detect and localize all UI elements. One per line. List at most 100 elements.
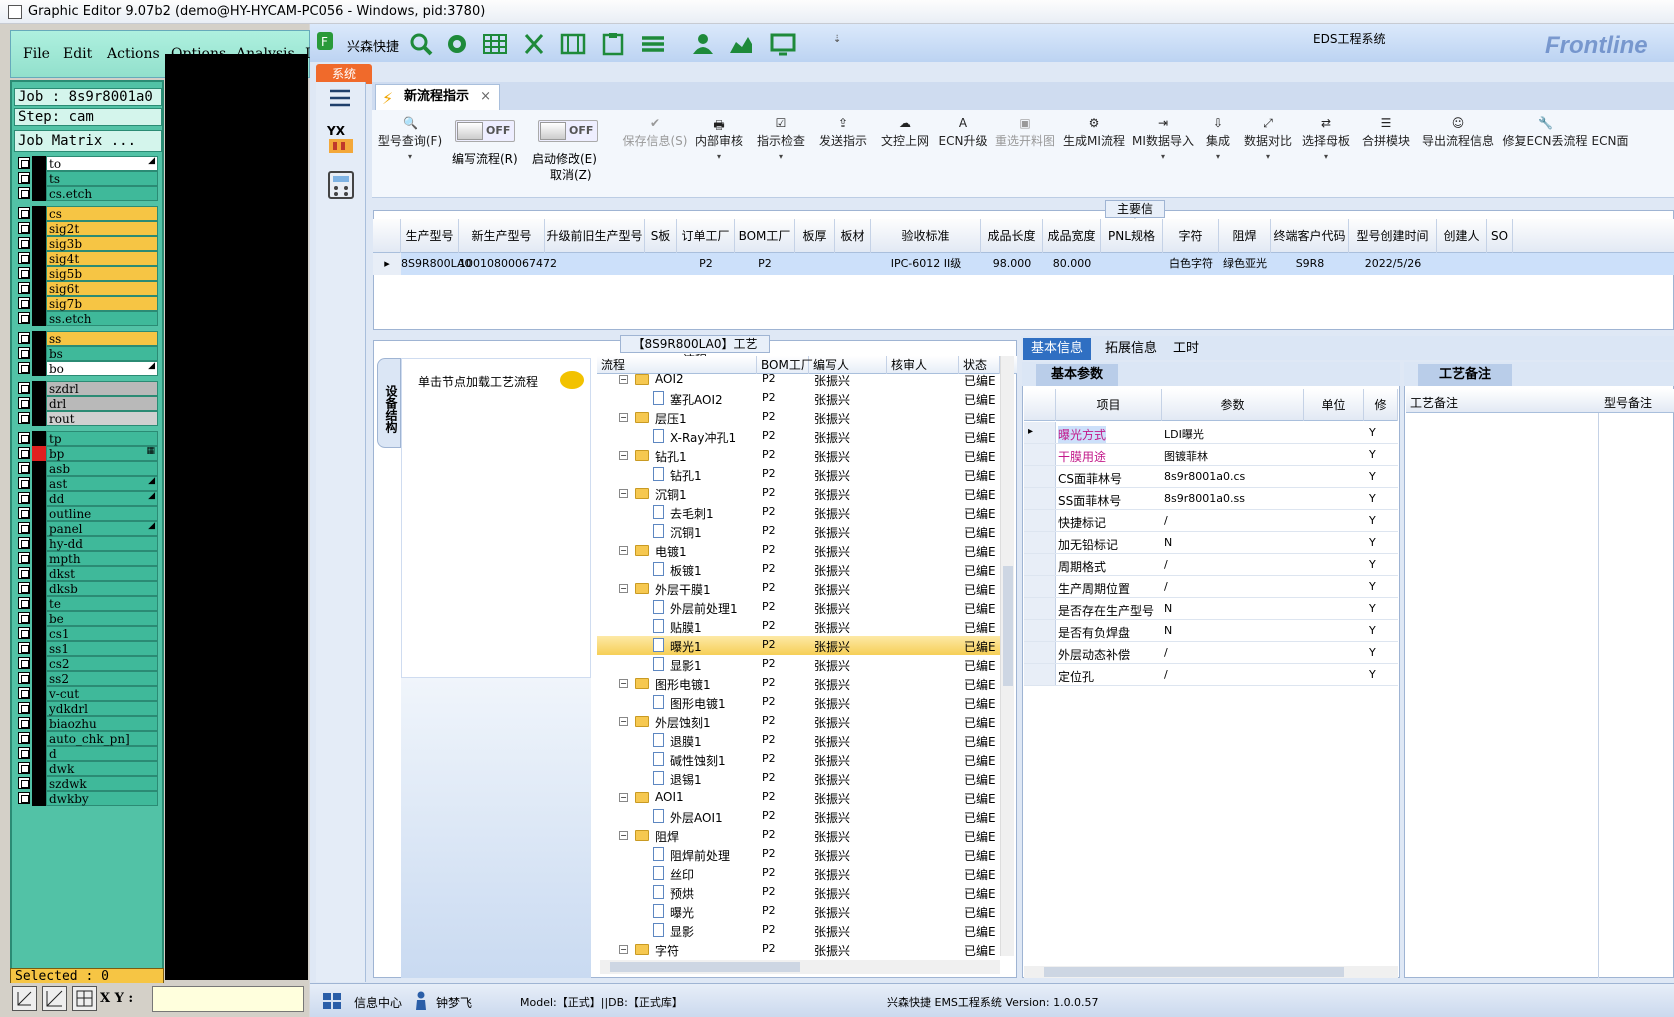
param-value[interactable]: / [1164,646,1168,659]
main-col-header[interactable]: 生产型号 [401,219,459,253]
grid-tool-icon[interactable] [72,986,97,1011]
search-icon[interactable] [408,32,434,56]
layer-checkbox[interactable] [18,332,30,344]
tab-extended-info[interactable]: 拓展信息 [1097,338,1165,360]
layer-checkbox[interactable] [18,537,30,549]
ribbon-check-instructions[interactable]: ☑ 指示检查 ▾ [752,112,810,182]
layer-name[interactable]: sig2t [46,221,158,236]
layer-row[interactable]: tp [16,431,158,446]
ribbon-merge-modules[interactable]: ☰ 合拼模块 [1358,112,1414,182]
expand-toggle-icon[interactable]: − [619,375,628,384]
layer-name[interactable]: asb [46,461,158,476]
layer-checkbox[interactable] [18,642,30,654]
ribbon-ecn-upgrade[interactable]: A ECN升级 [936,112,990,182]
ribbon-reselect-cut-map[interactable]: ▣ 重选开料图 [992,112,1058,182]
layer-row[interactable]: cs.etch [16,186,158,201]
process-tree-row[interactable]: 贴膜1 P2 张振兴 已编E [597,617,1000,636]
process-tree-row[interactable]: 碱性蚀刻1 P2 张振兴 已编E [597,750,1000,769]
param-value[interactable]: LDI曝光 [1164,426,1204,442]
layer-checkbox[interactable] [18,237,30,249]
col-model-notes[interactable]: 型号备注 [1604,394,1652,411]
layer-name[interactable]: ydkdrl [46,701,158,716]
param-row[interactable]: 周期格式 / Y [1024,554,1398,576]
layer-checkbox[interactable] [18,657,30,669]
layer-checkbox[interactable] [18,172,30,184]
ribbon-select-mother-board[interactable]: ⇄ 选择母板 ▾ [1298,112,1354,182]
layer-checkbox[interactable] [18,267,30,279]
layer-checkbox[interactable] [18,702,30,714]
layer-name[interactable]: mpth [46,551,158,566]
process-tree-row[interactable]: − 层压1 P2 张振兴 已编E [597,408,1000,427]
process-tree-row[interactable]: 显影 P2 张振兴 已编E [597,921,1000,940]
tab-basic-params[interactable]: 基本参数 [1036,364,1118,386]
layer-row[interactable]: dksb [16,581,158,596]
ribbon-save-info[interactable]: ✔ 保存信息(S) [622,112,688,182]
layer-checkbox[interactable] [18,397,30,409]
param-value[interactable]: / [1164,558,1168,571]
col-modify[interactable]: 修 [1364,389,1398,421]
layer-name[interactable]: te [46,596,158,611]
layer-row[interactable]: mpth [16,551,158,566]
layer-name[interactable]: dwkby [46,791,158,806]
tab-basic-info[interactable]: 基本信息 [1023,338,1092,360]
main-cell[interactable]: IPC-6012 II级 [871,253,981,275]
main-cell[interactable] [1487,253,1513,275]
process-tree-row[interactable]: 预烘 P2 张振兴 已编E [597,883,1000,902]
layer-row[interactable]: dwkby [16,791,158,806]
layer-name[interactable]: d [46,746,158,761]
main-col-header[interactable]: 订单工厂 [677,219,735,253]
param-row[interactable]: 生产周期位置 / Y [1024,576,1398,598]
layer-row[interactable]: te [16,596,158,611]
menu-actions[interactable]: Actions [107,46,160,62]
layer-checkbox[interactable] [18,462,30,474]
tab-process-notes[interactable]: 工艺备注 [1418,364,1512,386]
layer-row[interactable]: bp ▦ [16,446,158,461]
layer-checkbox[interactable] [18,432,30,444]
main-col-header[interactable]: 成品宽度 [1043,219,1101,253]
layer-name[interactable]: panel [46,521,158,536]
layer-row[interactable]: szdrl [16,381,158,396]
layer-name[interactable]: auto_chk_pn] [46,731,158,746]
main-cell[interactable] [545,253,645,275]
param-row[interactable]: 是否存在生产型号 N Y [1024,598,1398,620]
layer-checkbox[interactable] [18,732,30,744]
layer-checkbox[interactable] [18,522,30,534]
param-row[interactable]: 是否有负焊盘 N Y [1024,620,1398,642]
param-row[interactable]: 快捷标记 / Y [1024,510,1398,532]
layer-name[interactable]: sig6t [46,281,158,296]
layer-name[interactable]: dd [46,491,158,506]
process-tree-row[interactable]: − 外层干膜1 P2 张振兴 已编E [597,579,1000,598]
layer-row[interactable]: szdwk [16,776,158,791]
layer-checkbox[interactable] [18,252,30,264]
layer-checkbox[interactable] [18,777,30,789]
main-cell[interactable]: 绿色亚光 [1219,253,1271,275]
menu-edit[interactable]: Edit [63,46,92,62]
process-tree-row[interactable]: 外层前处理1 P2 张振兴 已编E [597,598,1000,617]
layer-checkbox[interactable] [18,507,30,519]
layer-row[interactable]: cs2 [16,656,158,671]
layer-name[interactable]: cs [46,206,158,221]
layer-name[interactable]: biaozhu [46,716,158,731]
layer-checkbox[interactable] [18,312,30,324]
layer-name[interactable]: v-cut [46,686,158,701]
main-col-header[interactable]: S板 [645,219,677,253]
param-row[interactable]: 加无铅标记 N Y [1024,532,1398,554]
param-value[interactable]: 8s9r8001a0.ss [1164,492,1245,505]
main-cell[interactable] [645,253,677,275]
param-value[interactable]: N [1164,624,1172,637]
main-cell[interactable]: S9R8 [1271,253,1349,275]
layer-row[interactable]: ss [16,331,158,346]
process-tree-row[interactable]: 板镀1 P2 张振兴 已编E [597,560,1000,579]
main-col-header[interactable]: 成品长度 [981,219,1043,253]
layer-checkbox[interactable] [18,672,30,684]
layer-name[interactable]: hy-dd [46,536,158,551]
process-tree-row[interactable]: 钻孔1 P2 张振兴 已编E [597,465,1000,484]
layer-row[interactable]: sig7b [16,296,158,311]
layer-row[interactable]: dd ◢ [16,491,158,506]
job-matrix-button[interactable]: Job Matrix ... [14,130,162,152]
ribbon-fix-ecn-process[interactable]: 🔧 修复ECN丢流程 [1502,112,1588,182]
layer-checkbox[interactable] [18,207,30,219]
main-cell[interactable]: 80.000 [1043,253,1101,275]
param-value[interactable]: / [1164,668,1168,681]
main-cell[interactable]: P2 [677,253,735,275]
